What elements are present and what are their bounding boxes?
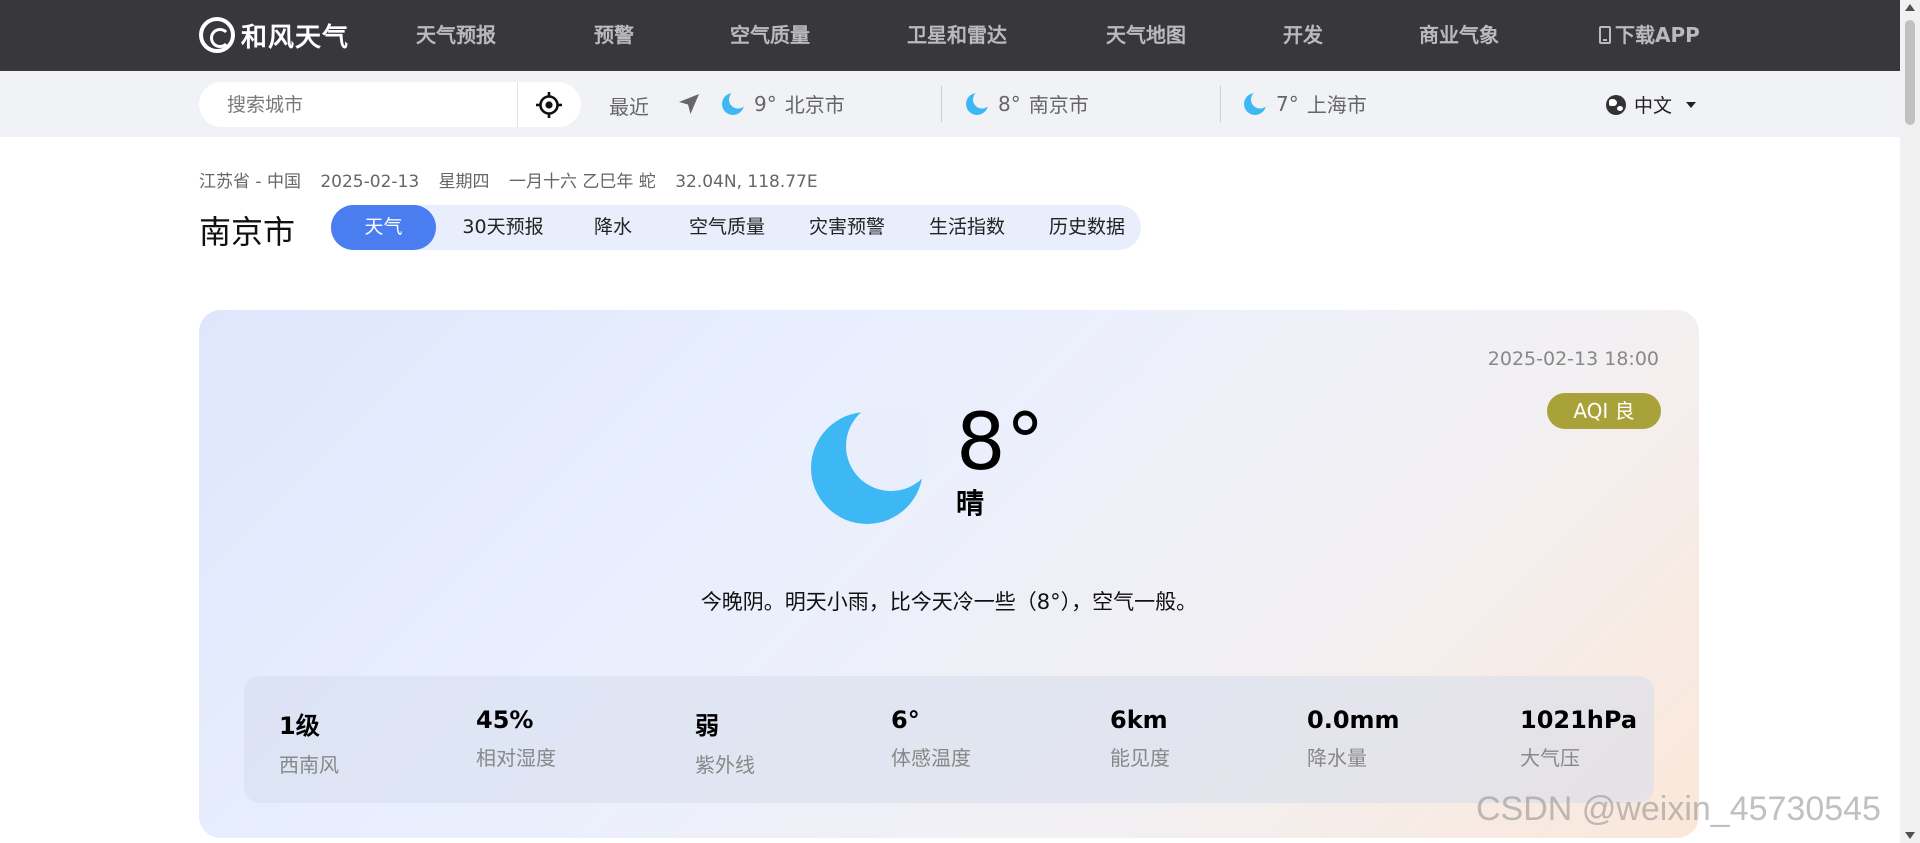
- location-region: 江苏省 - 中国: [199, 172, 301, 192]
- tab-bar: 天气 30天预报 降水 空气质量 灾害预警 生活指数 历史数据: [331, 205, 1141, 250]
- scroll-up-icon[interactable]: [1905, 4, 1915, 11]
- detail-precipitation: 0.0mm 降水量: [1307, 706, 1400, 771]
- detail-humidity: 45% 相对湿度: [476, 706, 556, 771]
- globe-icon: [1606, 94, 1626, 115]
- tab-precipitation[interactable]: 降水: [568, 205, 658, 250]
- chip-divider: [1220, 86, 1221, 122]
- recent-city-name: 北京市: [784, 93, 845, 117]
- current-condition: 晴: [956, 487, 985, 520]
- phone-icon: [1599, 26, 1611, 44]
- nav-item-satellite-radar[interactable]: 卫星和雷达: [907, 0, 1007, 71]
- tab-air-quality[interactable]: 空气质量: [672, 205, 782, 250]
- nav-item-forecast[interactable]: 天气预报: [416, 0, 496, 71]
- tab-history-data[interactable]: 历史数据: [1032, 205, 1142, 250]
- recent-city-temp: 7°: [1276, 91, 1299, 116]
- location-lunar: 一月十六 乙巳年 蛇: [508, 172, 656, 192]
- detail-uv: 弱 紫外线: [695, 706, 755, 778]
- current-temperature: 8°: [956, 398, 1045, 488]
- recent-city-temp: 8°: [998, 91, 1021, 116]
- tab-30day-forecast[interactable]: 30天预报: [448, 205, 558, 250]
- detail-value: 45%: [476, 706, 534, 734]
- watermark-text: CSDN @weixin_45730545: [1476, 790, 1881, 828]
- location-arrow-icon[interactable]: [676, 91, 702, 117]
- tab-disaster-warning[interactable]: 灾害预警: [792, 205, 902, 250]
- location-date: 2025-02-13: [320, 172, 420, 192]
- chip-divider: [941, 86, 942, 122]
- observation-time: 2025-02-13 18:00: [1487, 348, 1659, 370]
- download-app-label: 下载APP: [1615, 23, 1700, 47]
- moon-icon: [811, 406, 929, 524]
- tab-life-index[interactable]: 生活指数: [912, 205, 1022, 250]
- chevron-down-icon: [1686, 101, 1697, 108]
- locate-button[interactable]: [518, 82, 580, 127]
- detail-label: 大气压: [1520, 746, 1580, 770]
- detail-value: 1021hPa: [1520, 706, 1638, 734]
- recent-city-nanjing[interactable]: 8° 南京市: [964, 89, 1089, 118]
- detail-value: 1级: [279, 712, 320, 740]
- page-title: 南京市: [199, 213, 296, 251]
- moon-icon: [722, 90, 746, 115]
- detail-wind: 1级 西南风: [279, 706, 339, 778]
- nav-item-warning[interactable]: 预警: [594, 0, 634, 71]
- recent-city-shanghai[interactable]: 7° 上海市: [1242, 89, 1367, 118]
- language-label: 中文: [1634, 95, 1673, 117]
- detail-value: 0.0mm: [1307, 706, 1400, 734]
- nav-item-weather-map[interactable]: 天气地图: [1106, 0, 1186, 71]
- recent-city-name: 南京市: [1028, 93, 1089, 117]
- detail-value: 6°: [891, 706, 920, 734]
- search-city-input[interactable]: [199, 82, 517, 127]
- recent-city-name: 上海市: [1306, 93, 1367, 117]
- detail-value: 弱: [695, 712, 719, 740]
- recent-city-temp: 9°: [754, 91, 777, 116]
- detail-label: 相对湿度: [476, 746, 556, 770]
- location-coords: 32.04N, 118.77E: [675, 172, 818, 192]
- detail-label: 降水量: [1307, 746, 1367, 770]
- detail-visibility: 6km 能见度: [1110, 706, 1170, 771]
- nav-menu: 天气预报 预警 空气质量 卫星和雷达 天气地图 开发 商业气象 下载APP: [0, 0, 1900, 71]
- detail-label: 西南风: [279, 753, 339, 777]
- current-weather-card: 2025-02-13 18:00 AQI 良 8° 晴 今晚阴。明天小雨，比今天…: [199, 310, 1699, 838]
- top-navbar: 和风天气 天气预报 预警 空气质量 卫星和雷达 天气地图 开发 商业气象 下载A…: [0, 0, 1900, 71]
- tab-weather[interactable]: 天气: [331, 205, 436, 250]
- recent-label: 最近: [609, 95, 649, 119]
- nav-item-business[interactable]: 商业气象: [1419, 0, 1499, 71]
- detail-pressure: 1021hPa 大气压: [1520, 706, 1637, 771]
- location-weekday: 星期四: [438, 172, 490, 192]
- moon-icon: [966, 90, 990, 115]
- recent-city-beijing[interactable]: 9° 北京市: [720, 89, 845, 118]
- detail-label: 体感温度: [891, 746, 971, 770]
- nav-item-develop[interactable]: 开发: [1283, 0, 1323, 71]
- scroll-thumb[interactable]: [1905, 20, 1915, 125]
- scroll-down-icon[interactable]: [1905, 832, 1915, 839]
- search-bar-row: 最近 9° 北京市 8° 南京市 7° 上海市 中文: [0, 71, 1900, 137]
- search-box: [199, 82, 581, 127]
- aqi-badge[interactable]: AQI 良: [1547, 393, 1661, 429]
- crosshair-icon: [536, 91, 562, 118]
- detail-label: 紫外线: [695, 753, 755, 777]
- nav-item-air-quality[interactable]: 空气质量: [730, 0, 810, 71]
- download-app-link[interactable]: 下载APP: [1599, 0, 1700, 71]
- weather-details-panel: 1级 西南风 45% 相对湿度 弱 紫外线 6° 体感温度 6km 能见度 0.…: [244, 676, 1654, 803]
- detail-value: 6km: [1110, 706, 1168, 734]
- location-meta: 江苏省 - 中国 2025-02-13 星期四 一月十六 乙巳年 蛇 32.04…: [199, 167, 832, 192]
- language-switcher[interactable]: 中文: [1606, 91, 1697, 118]
- page-scrollbar[interactable]: [1900, 0, 1920, 843]
- detail-feels-like: 6° 体感温度: [891, 706, 971, 771]
- detail-label: 能见度: [1110, 746, 1170, 770]
- weather-summary: 今晚阴。明天小雨，比今天冷一些（8°），空气一般。: [700, 590, 1198, 614]
- moon-icon: [1244, 90, 1268, 115]
